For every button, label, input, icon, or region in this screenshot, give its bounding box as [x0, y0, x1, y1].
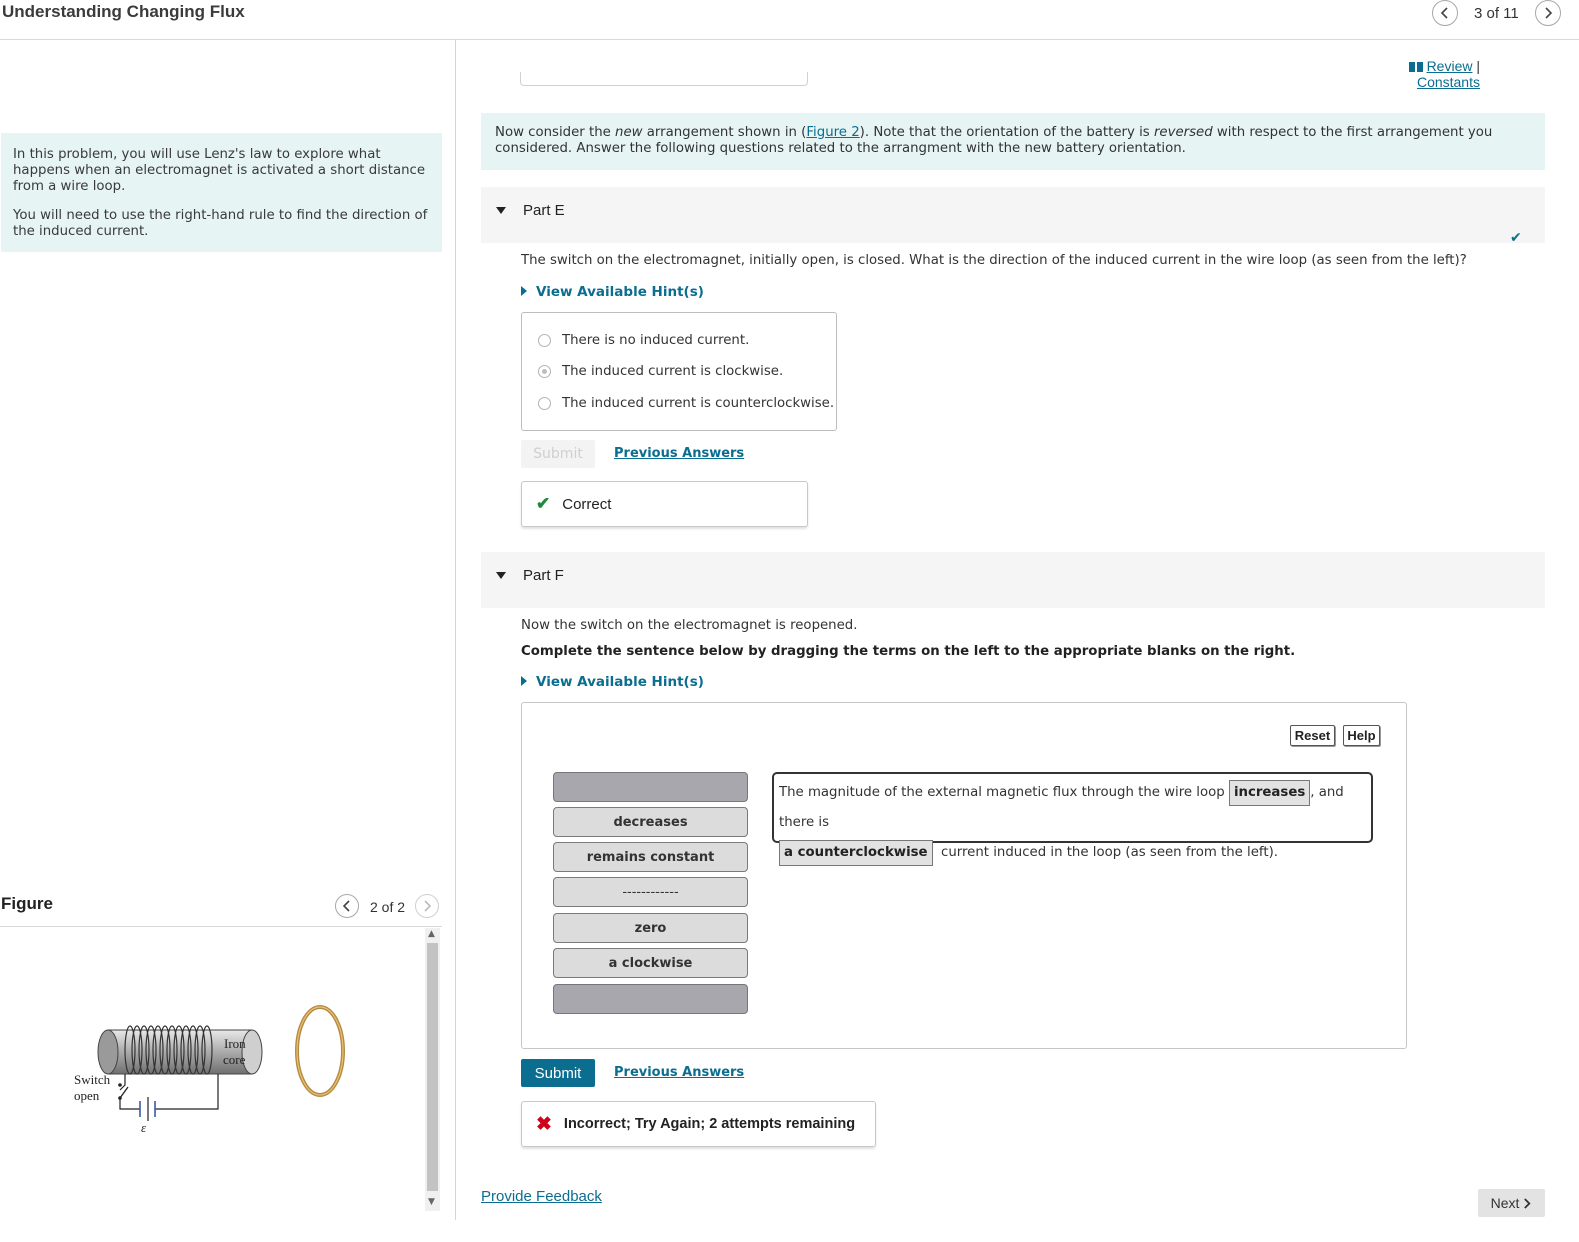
choice-label: The induced current is clockwise. — [562, 364, 784, 379]
blank-1-filled[interactable]: increases — [1228, 780, 1311, 806]
book-icon — [1408, 62, 1423, 72]
term-dashes[interactable]: ------------ — [553, 877, 748, 907]
figure-prev-button[interactable] — [335, 894, 359, 918]
hint-label: View Available Hint(s) — [536, 284, 704, 300]
wire-loop — [295, 1005, 345, 1097]
part-e-title: Part E — [523, 202, 565, 219]
part-f-title: Part F — [523, 567, 564, 584]
choice-label: The induced current is counterclockwise. — [562, 396, 835, 411]
radio-button-selected[interactable] — [538, 365, 551, 378]
switch-state-label: open — [74, 1088, 100, 1103]
collapse-triangle-icon[interactable] — [496, 572, 506, 579]
checkmark-icon: ✔ — [536, 494, 551, 513]
part-intro-banner: Now consider the new arrangement shown i… — [481, 113, 1545, 170]
choice-label: There is no induced current. — [562, 333, 750, 348]
help-button[interactable]: Help — [1343, 725, 1380, 746]
part-f-hint-toggle[interactable]: View Available Hint(s) — [521, 674, 704, 690]
previous-item-button[interactable] — [1432, 0, 1458, 26]
intro-paragraph: In this problem, you will use Lenz's law… — [13, 147, 426, 194]
figure-divider — [0, 926, 442, 927]
battery-symbol — [139, 1097, 156, 1121]
part-f-feedback: ✖ Incorrect; Try Again; 2 attempts remai… — [521, 1101, 876, 1147]
caret-right-icon — [521, 676, 527, 686]
drag-drop-area: Reset Help decreases remains constant --… — [521, 702, 1407, 1049]
term-remains-constant[interactable]: remains constant — [553, 842, 748, 872]
collapse-triangle-icon[interactable] — [496, 207, 506, 214]
term-decreases[interactable]: decreases — [553, 807, 748, 837]
part-e-hint-toggle[interactable]: View Available Hint(s) — [521, 284, 704, 300]
next-item-button[interactable] — [1535, 0, 1561, 26]
choice-option[interactable]: The induced current is clockwise. — [538, 364, 783, 379]
banner-text: Now consider the — [495, 125, 616, 140]
part-e-header[interactable]: Part E — [481, 187, 1545, 243]
reset-button[interactable]: Reset — [1290, 725, 1335, 746]
part-e-question: The switch on the electromagnet, initial… — [521, 253, 1467, 268]
banner-text: arrangement shown in ( — [642, 125, 807, 140]
blank-2-filled[interactable]: a counterclockwise — [779, 840, 933, 866]
term-slot-empty[interactable] — [553, 772, 748, 802]
radio-button[interactable] — [538, 334, 551, 347]
choice-option[interactable]: The induced current is counterclockwise. — [538, 396, 834, 411]
emf-label: ε — [141, 1120, 147, 1135]
chevron-right-icon — [424, 900, 432, 912]
next-button[interactable]: Next — [1478, 1189, 1545, 1217]
part-e-choices: There is no induced current. The induced… — [521, 312, 837, 431]
part-f-question: Now the switch on the electromagnet is r… — [521, 618, 858, 633]
part-f-previous-answers-link[interactable]: Previous Answers — [614, 1065, 744, 1080]
iron-core-label-2: core — [223, 1052, 246, 1067]
review-link[interactable]: Review — [1427, 58, 1473, 74]
figure-label: Figure — [1, 894, 53, 913]
x-mark-icon: ✖ — [536, 1113, 552, 1135]
intro-paragraph: You will need to use the right-hand rule… — [13, 208, 428, 239]
page-title: Understanding Changing Flux — [2, 2, 245, 21]
switch-symbol — [118, 1083, 129, 1100]
part-f-submit-button[interactable]: Submit — [521, 1059, 595, 1087]
banner-emphasis: new — [615, 125, 643, 140]
chevron-left-icon — [1440, 7, 1448, 19]
figure-2-diagram: Iron core Switch open ε — [74, 1005, 345, 1135]
panel-divider — [455, 40, 456, 1220]
chevron-right-icon — [1524, 1197, 1531, 1209]
choice-option[interactable]: There is no induced current. — [538, 333, 749, 348]
figure-2-link[interactable]: Figure 2 — [806, 125, 859, 140]
term-zero[interactable]: zero — [553, 913, 748, 943]
term-slot-empty[interactable] — [553, 984, 748, 1014]
chevron-right-icon — [1545, 7, 1553, 19]
caret-right-icon — [521, 286, 527, 296]
feedback-text: Incorrect; Try Again; 2 attempts remaini… — [563, 1116, 856, 1132]
part-f-header[interactable]: Part F — [481, 552, 1545, 608]
sentence-text: current induced in the loop (as seen fro… — [941, 845, 1279, 860]
link-separator: | — [1476, 58, 1480, 74]
iron-core-label-1: Iron — [224, 1036, 246, 1051]
previous-feedback-box-edge — [520, 72, 808, 86]
figure-scroll-thumb[interactable] — [427, 943, 438, 1191]
item-counter: 3 of 11 — [1474, 5, 1519, 22]
feedback-text: Correct — [562, 495, 612, 513]
provide-feedback-link[interactable]: Provide Feedback — [481, 1188, 602, 1205]
constants-link[interactable]: Constants — [1417, 74, 1480, 90]
sentence-text: The magnitude of the external magnetic f… — [779, 785, 1225, 800]
chevron-left-icon — [342, 900, 350, 912]
figure-counter: 2 of 2 — [370, 899, 406, 915]
review-constants-links: Review | Constants — [1404, 58, 1480, 90]
figure-next-button[interactable] — [415, 894, 439, 918]
problem-intro: In this problem, you will use Lenz's law… — [1, 133, 442, 252]
next-label: Next — [1490, 1195, 1520, 1211]
switch-label: Switch — [74, 1072, 111, 1087]
part-e-previous-answers-link[interactable]: Previous Answers — [614, 446, 744, 461]
part-f-instruction: Complete the sentence below by dragging … — [521, 644, 1296, 659]
banner-text: ). Note that the orientation of the batt… — [859, 125, 1154, 140]
hint-label: View Available Hint(s) — [536, 674, 704, 690]
scroll-up-icon[interactable]: ▲ — [428, 929, 435, 939]
circuit-wires — [119, 1074, 219, 1110]
part-e-feedback: ✔ Correct — [521, 481, 808, 527]
scroll-down-icon[interactable]: ▼ — [428, 1197, 435, 1207]
term-a-clockwise[interactable]: a clockwise — [553, 948, 748, 978]
banner-emphasis: reversed — [1153, 125, 1213, 140]
part-complete-check-icon: ✔ — [1510, 230, 1522, 246]
radio-button[interactable] — [538, 397, 551, 410]
target-sentence: The magnitude of the external magnetic f… — [772, 772, 1373, 866]
part-e-submit-button[interactable]: Submit — [521, 440, 595, 468]
